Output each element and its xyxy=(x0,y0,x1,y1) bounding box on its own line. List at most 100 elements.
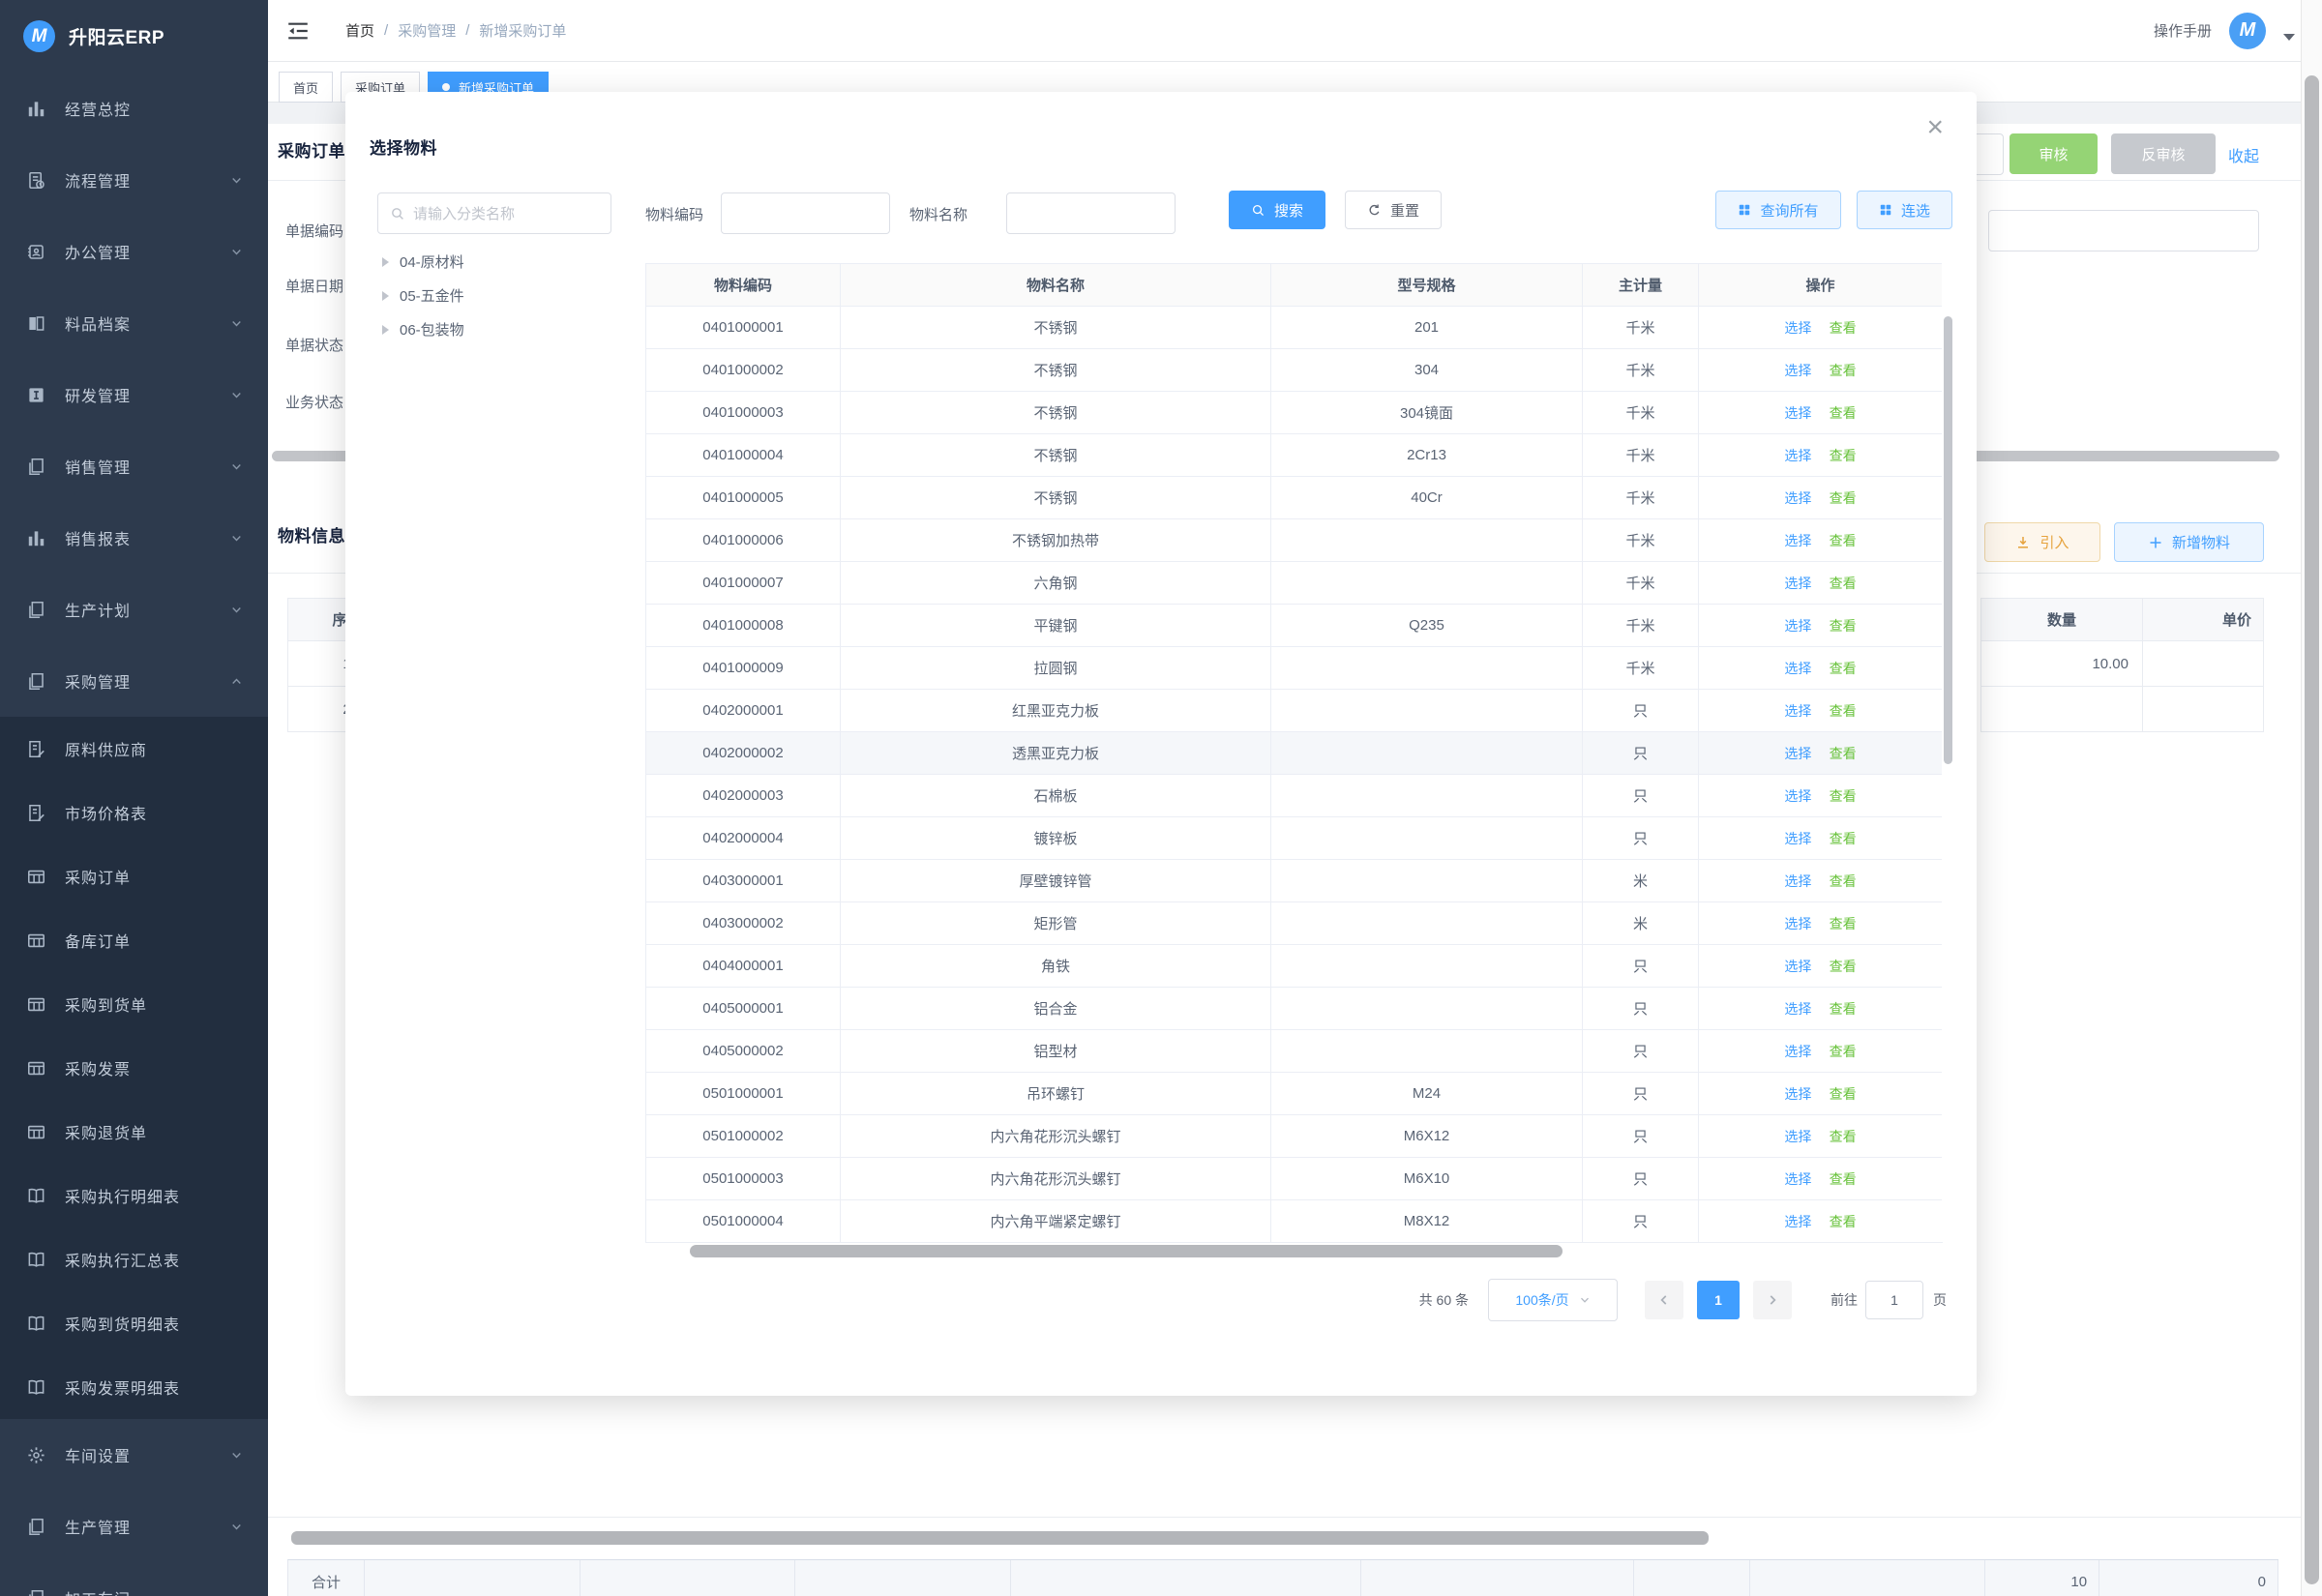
sidebar-subitem[interactable]: 采购退货单 xyxy=(0,1100,268,1164)
audit-button[interactable]: 审核 xyxy=(2009,133,2098,174)
table-row[interactable]: 0405000002 铝型材 只 选择 查看 xyxy=(646,1030,1943,1073)
sidebar-subitem[interactable]: 市场价格表 xyxy=(0,781,268,844)
select-link[interactable]: 选择 xyxy=(1784,1086,1811,1102)
table-row[interactable]: 0501000004 内六角平端紧定螺钉 M8X12 只 选择 查看 xyxy=(646,1200,1943,1243)
sidebar-subitem[interactable]: 采购发票明细表 xyxy=(0,1355,268,1419)
select-link[interactable]: 选择 xyxy=(1784,1171,1811,1187)
category-search-input[interactable]: 请输入分类名称 xyxy=(377,192,611,234)
add-material-button[interactable]: 新增物料 xyxy=(2114,522,2264,562)
search-button[interactable]: 搜索 xyxy=(1229,191,1325,229)
select-link[interactable]: 选择 xyxy=(1784,405,1811,421)
select-link[interactable]: 选择 xyxy=(1784,320,1811,336)
select-link[interactable]: 选择 xyxy=(1784,1214,1811,1229)
sidebar-subitem[interactable]: 采购执行汇总表 xyxy=(0,1227,268,1291)
view-link[interactable]: 查看 xyxy=(1830,1214,1857,1229)
view-link[interactable]: 查看 xyxy=(1830,916,1857,931)
sidebar-subitem[interactable]: 原料供应商 xyxy=(0,717,268,781)
table-row[interactable]: 0402000001 红黑亚克力板 只 选择 查看 xyxy=(646,690,1943,732)
close-icon[interactable]: × xyxy=(1926,113,1944,142)
table-row[interactable]: 0404000001 角铁 只 选择 查看 xyxy=(646,945,1943,988)
sidebar-subitem[interactable]: 采购发票 xyxy=(0,1036,268,1100)
page-size-select[interactable]: 100条/页 xyxy=(1488,1279,1618,1321)
sidebar-subitem[interactable]: 备库订单 xyxy=(0,908,268,972)
view-link[interactable]: 查看 xyxy=(1830,405,1857,421)
sidebar-subitem[interactable]: 采购到货单 xyxy=(0,972,268,1036)
view-link[interactable]: 查看 xyxy=(1830,533,1857,548)
sidebar-item[interactable]: 料品档案 xyxy=(0,287,268,359)
tree-caret-icon[interactable] xyxy=(382,325,389,335)
sidebar-subitem[interactable]: 采购订单 xyxy=(0,844,268,908)
goto-page-input[interactable]: 1 xyxy=(1865,1281,1923,1319)
table-row[interactable]: 0402000004 镀锌板 只 选择 查看 xyxy=(646,817,1943,860)
next-page-button[interactable] xyxy=(1753,1281,1792,1319)
select-link[interactable]: 选择 xyxy=(1784,448,1811,463)
select-link[interactable]: 选择 xyxy=(1784,618,1811,634)
view-link[interactable]: 查看 xyxy=(1830,576,1857,591)
import-button[interactable]: 引入 xyxy=(1984,522,2100,562)
select-link[interactable]: 选择 xyxy=(1784,1129,1811,1144)
select-link[interactable]: 选择 xyxy=(1784,916,1811,931)
table-row[interactable]: 0501000001 吊环螺钉 M24 只 选择 查看 xyxy=(646,1073,1943,1115)
sidebar-item[interactable]: 销售管理 xyxy=(0,430,268,502)
table-vertical-scrollbar[interactable] xyxy=(1942,263,1954,1242)
select-link[interactable]: 选择 xyxy=(1784,703,1811,719)
sidebar-item[interactable]: 生产计划 xyxy=(0,574,268,645)
tree-node[interactable]: 04-原材料 xyxy=(377,245,611,279)
unaudit-button[interactable]: 反审核 xyxy=(2111,133,2216,174)
query-all-button[interactable]: 查询所有 xyxy=(1715,191,1841,229)
code-filter-input[interactable] xyxy=(721,192,890,234)
collapse-link[interactable]: 收起 xyxy=(2228,143,2259,166)
select-link[interactable]: 选择 xyxy=(1784,873,1811,889)
view-link[interactable]: 查看 xyxy=(1830,661,1857,676)
manual-link[interactable]: 操作手册 xyxy=(2154,20,2212,41)
table-row[interactable]: 0501000002 内六角花形沉头螺钉 M6X12 只 选择 查看 xyxy=(646,1115,1943,1158)
sidebar-subitem[interactable]: 采购执行明细表 xyxy=(0,1164,268,1227)
sidebar-item[interactable]: 流程管理 xyxy=(0,144,268,216)
select-link[interactable]: 选择 xyxy=(1784,363,1811,378)
view-link[interactable]: 查看 xyxy=(1830,363,1857,378)
view-link[interactable]: 查看 xyxy=(1830,618,1857,634)
page-vertical-scrollbar[interactable] xyxy=(2301,0,2322,1596)
page-vertical-scrollbar-thumb[interactable] xyxy=(2305,75,2319,1584)
view-link[interactable]: 查看 xyxy=(1830,959,1857,974)
sidebar-item[interactable]: 采购管理 xyxy=(0,645,268,717)
sidebar-item[interactable]: 销售报表 xyxy=(0,502,268,574)
view-link[interactable]: 查看 xyxy=(1830,448,1857,463)
table-row[interactable]: 0401000008 平键钢 Q235 千米 选择 查看 xyxy=(646,605,1943,647)
select-link[interactable]: 选择 xyxy=(1784,533,1811,548)
name-filter-input[interactable] xyxy=(1006,192,1176,234)
view-link[interactable]: 查看 xyxy=(1830,1129,1857,1144)
tree-caret-icon[interactable] xyxy=(382,291,389,301)
select-link[interactable]: 选择 xyxy=(1784,1044,1811,1059)
view-link[interactable]: 查看 xyxy=(1830,490,1857,506)
table-row[interactable]: 0401000007 六角钢 千米 选择 查看 xyxy=(646,562,1943,605)
tree-caret-icon[interactable] xyxy=(382,257,389,267)
avatar[interactable]: M xyxy=(2229,13,2266,49)
select-link[interactable]: 选择 xyxy=(1784,959,1811,974)
sidebar-fold-icon[interactable] xyxy=(285,20,311,42)
view-link[interactable]: 查看 xyxy=(1830,788,1857,804)
table-row[interactable]: 0405000001 铝合金 只 选择 查看 xyxy=(646,988,1943,1030)
view-link[interactable]: 查看 xyxy=(1830,320,1857,336)
view-link[interactable]: 查看 xyxy=(1830,1171,1857,1187)
table-horizontal-scrollbar-thumb[interactable] xyxy=(690,1245,1563,1257)
sidebar-item[interactable]: 办公管理 xyxy=(0,216,268,287)
multi-select-button[interactable]: 连选 xyxy=(1857,191,1952,229)
select-link[interactable]: 选择 xyxy=(1784,661,1811,676)
view-link[interactable]: 查看 xyxy=(1830,746,1857,761)
sidebar-item[interactable]: 车间设置 xyxy=(0,1419,268,1491)
prev-page-button[interactable] xyxy=(1645,1281,1683,1319)
view-link[interactable]: 查看 xyxy=(1830,1001,1857,1017)
user-caret-down-icon[interactable] xyxy=(2283,34,2295,41)
table-row[interactable]: 0402000002 透黑亚克力板 只 选择 查看 xyxy=(646,732,1943,775)
sidebar-subitem[interactable]: 采购到货明细表 xyxy=(0,1291,268,1355)
sidebar-item[interactable]: 经营总控 xyxy=(0,73,268,144)
breadcrumb-home[interactable]: 首页 xyxy=(345,20,374,41)
table-row[interactable]: 0403000002 矩形管 米 选择 查看 xyxy=(646,902,1943,945)
view-link[interactable]: 查看 xyxy=(1830,703,1857,719)
select-link[interactable]: 选择 xyxy=(1784,788,1811,804)
current-page[interactable]: 1 xyxy=(1697,1281,1740,1319)
reset-button[interactable]: 重置 xyxy=(1345,191,1442,229)
form-input[interactable] xyxy=(1988,210,2259,251)
table-row[interactable]: 0501000003 内六角花形沉头螺钉 M6X10 只 选择 查看 xyxy=(646,1158,1943,1200)
